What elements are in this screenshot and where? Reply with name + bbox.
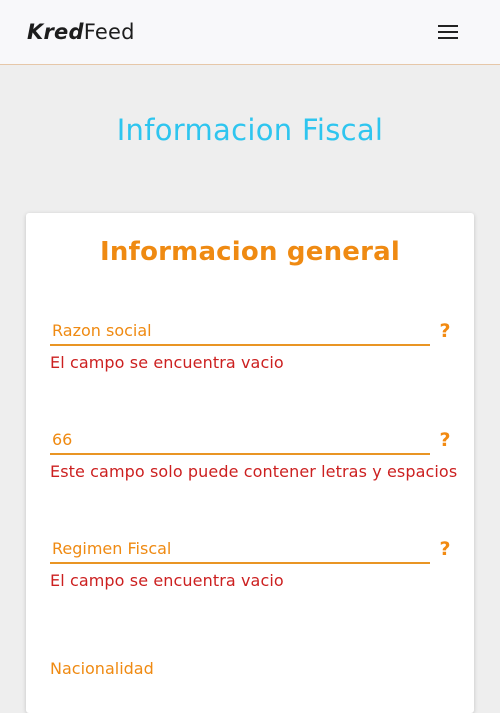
razon-social-error: El campo se encuentra vacio [50,353,284,372]
general-info-card: Informacion general ? El campo se encuen… [26,213,474,713]
regimen-fiscal-help-icon[interactable]: ? [438,539,452,559]
name-help-icon[interactable]: ? [438,430,452,450]
name-input[interactable] [50,419,430,455]
logo-text-light: Feed [83,20,135,44]
regimen-fiscal-input[interactable] [50,528,430,564]
razon-social-input[interactable] [50,310,430,346]
card-title: Informacion general [99,237,401,267]
razon-social-help-icon[interactable]: ? [438,321,452,341]
regimen-fiscal-error: El campo se encuentra vacio [50,571,284,590]
page-title: Informacion Fiscal [116,113,384,147]
nacionalidad-label[interactable]: Nacionalidad [50,659,154,679]
logo-text-bold: Kred [27,20,84,44]
name-error: Este campo solo puede contener letras y … [50,462,458,481]
top-navbar: KredFeed [0,0,500,65]
hamburger-menu-icon[interactable] [434,20,462,44]
kredfeed-logo[interactable]: KredFeed [27,19,135,45]
